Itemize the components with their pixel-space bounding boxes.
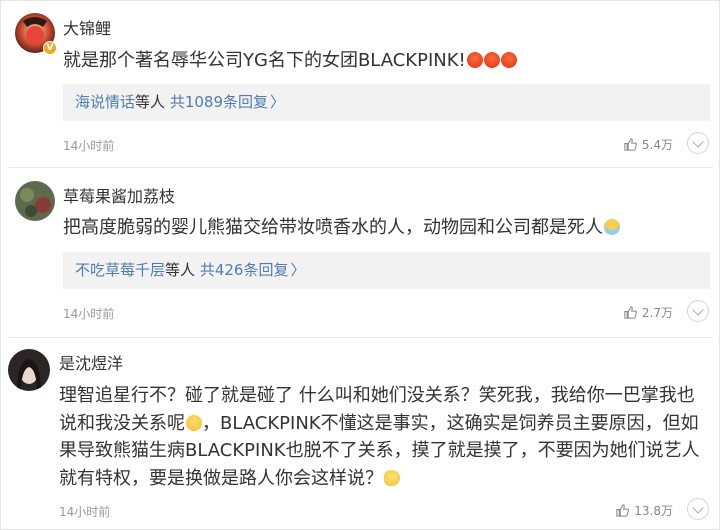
chevron-right-icon: 〉 <box>270 93 286 111</box>
comment-item: V 大锦鲤 就是那个著名辱华公司YG名下的女团BLACKPINK! 海说情话等人… <box>1 1 720 168</box>
comment-list: V 大锦鲤 就是那个著名辱华公司YG名下的女团BLACKPINK! 海说情话等人… <box>0 0 720 530</box>
thumbs-up-icon <box>624 306 637 319</box>
thumbs-up-icon <box>616 504 630 517</box>
timestamp: 14小时前 <box>63 139 115 153</box>
cry-face-emoji <box>186 414 202 431</box>
comment-text-body: 把高度脆弱的婴儿熊猫交给带妆喷香水的人，动物园和公司都是死人 <box>63 217 603 238</box>
comment-text: 把高度脆弱的婴儿熊猫交给带妆喷香水的人，动物园和公司都是死人 <box>63 215 620 241</box>
like-count: 5.4万 <box>641 138 673 152</box>
thinking-face-emoji <box>384 469 400 486</box>
like-button[interactable]: 13.8万 <box>615 502 673 519</box>
cold-face-emoji <box>604 219 620 235</box>
comment-text: 就是那个著名辱华公司YG名下的女团BLACKPINK! <box>63 48 517 74</box>
username[interactable]: 大锦鲤 <box>63 15 111 39</box>
username[interactable]: 是沈煜洋 <box>59 350 123 374</box>
username[interactable]: 草莓果酱加荔枝 <box>63 183 175 207</box>
reply-mid: 等人 <box>165 261 196 279</box>
angry-face-emoji <box>483 52 500 68</box>
like-button[interactable]: 2.7万 <box>623 304 673 321</box>
like-count: 13.8万 <box>634 504 673 518</box>
timestamp: 14小时前 <box>63 307 115 321</box>
reply-names[interactable]: 不吃草莓千层 <box>75 261 165 279</box>
reply-count[interactable]: 共1089条回复 <box>170 93 268 111</box>
avatar[interactable] <box>8 349 50 391</box>
reply-names[interactable]: 海说情话 <box>75 93 135 111</box>
like-button[interactable]: 5.4万 <box>623 136 673 153</box>
chevron-down-icon[interactable] <box>687 300 709 322</box>
comment-text: 理智追星行不？碰了就是碰了 什么叫和她们没关系？笑死我，我给你一巴掌我也说和我没… <box>59 382 704 492</box>
comment-text-body: 就是那个著名辱华公司YG名下的女团BLACKPINK! <box>63 50 466 71</box>
chevron-right-icon: 〉 <box>290 261 306 279</box>
timestamp: 14小时前 <box>59 505 111 519</box>
chevron-down-icon[interactable] <box>687 132 709 154</box>
angry-face-emoji <box>466 52 483 68</box>
replies-preview[interactable]: 海说情话等人 共1089条回复〉 <box>63 84 710 121</box>
comment-item: 是沈煜洋 理智追星行不？碰了就是碰了 什么叫和她们没关系？笑死我，我给你一巴掌我… <box>1 338 720 530</box>
avatar[interactable] <box>15 181 55 221</box>
reply-mid: 等人 <box>135 93 166 111</box>
comment-item: 草莓果酱加荔枝 把高度脆弱的婴儿熊猫交给带妆喷香水的人，动物园和公司都是死人 不… <box>1 168 720 338</box>
angry-face-emoji <box>500 52 517 68</box>
reply-count[interactable]: 共426条回复 <box>200 261 289 279</box>
replies-preview[interactable]: 不吃草莓千层等人 共426条回复〉 <box>63 252 710 289</box>
thumbs-up-icon <box>624 138 637 151</box>
like-count: 2.7万 <box>641 306 673 320</box>
verified-badge-icon: V <box>43 41 57 55</box>
chevron-down-icon[interactable] <box>687 498 709 520</box>
